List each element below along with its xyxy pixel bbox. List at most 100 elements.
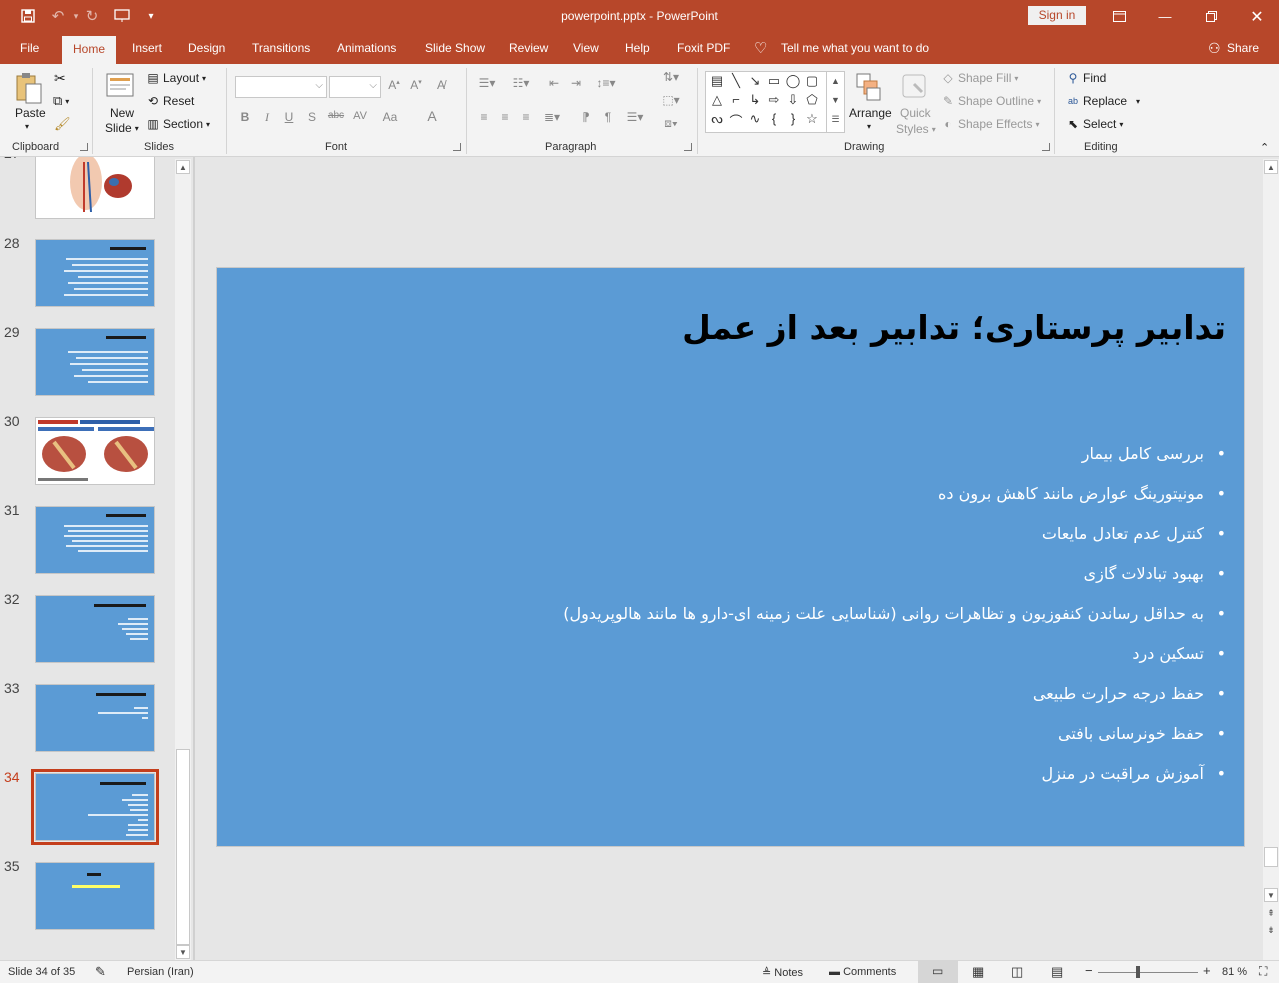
next-slide-icon[interactable]: ⇟	[1264, 923, 1278, 937]
minimize-icon[interactable]: —	[1142, 0, 1188, 33]
elbow-arrow-shape-icon[interactable]: ↳	[746, 92, 764, 108]
connector-shape-icon[interactable]: ⌐	[727, 92, 745, 107]
zoom-out-icon[interactable]: −	[1085, 963, 1093, 978]
thumbnail-scrollbar[interactable]: ▲ ▼	[175, 159, 191, 960]
bullet-item[interactable]: • بهبود تبادلات گازی	[1084, 564, 1226, 583]
line-shape-icon[interactable]: ╲	[727, 73, 745, 89]
cut-icon[interactable]: ✂	[54, 70, 66, 87]
change-case-button[interactable]: Aa	[380, 110, 400, 124]
shapes-gallery-scroll[interactable]: ▲ ▼ ☰	[826, 72, 844, 132]
slide-thumbnail-34[interactable]	[31, 769, 159, 845]
copy-icon[interactable]: ⧉ ▾	[53, 93, 69, 109]
bullet-item[interactable]: • تسکین درد	[1132, 644, 1226, 663]
clipboard-dialog-launcher-icon[interactable]	[80, 143, 88, 151]
reading-view-icon[interactable]: ◫	[1011, 964, 1023, 980]
shape-effects-button[interactable]: ◐ Shape Effects ▾	[941, 117, 1039, 131]
shapes-gallery[interactable]: ▤ ╲ ↘ ▭ ◯ ▢ △ ⌐ ↳ ⇨ ⇩ ⬠ ᔓ ⌒ ∿ { } ☆ ▲ ▼ ☰	[705, 71, 845, 133]
increase-indent-icon[interactable]: ⇥	[568, 76, 584, 90]
layout-button[interactable]: ▤ Layout ▾	[146, 71, 206, 85]
notes-button[interactable]: ≜ Notes	[762, 966, 803, 979]
zoom-in-icon[interactable]: +	[1203, 963, 1211, 978]
shadow-button[interactable]: S	[304, 110, 320, 124]
bullet-item[interactable]: • حفظ درجه حرارت طبیعی	[1033, 684, 1226, 703]
font-dialog-launcher-icon[interactable]	[453, 143, 461, 151]
left-brace-shape-icon[interactable]: {	[765, 111, 783, 126]
arrange-button[interactable]: Arrange	[849, 106, 892, 120]
tab-file[interactable]: File	[20, 33, 39, 64]
slide-thumbnail-29[interactable]	[35, 328, 155, 396]
person-icon[interactable]: ⚇	[1208, 33, 1221, 64]
curve-shape-icon[interactable]: ∿	[746, 111, 764, 127]
scroll-up-icon[interactable]: ▲	[176, 160, 190, 174]
arc-shape-icon[interactable]: ⌒	[727, 111, 745, 130]
bullet-item[interactable]: • به حداقل رساندن کنفوزیون و تظاهرات روان…	[563, 604, 1226, 623]
paste-button[interactable]: Paste	[15, 106, 46, 120]
tell-me-search[interactable]: Tell me what you want to do	[781, 33, 929, 64]
sign-in-button[interactable]: Sign in	[1028, 6, 1086, 25]
rounded-rect-shape-icon[interactable]: ▢	[803, 73, 821, 89]
new-slide-button[interactable]: Slide ▾	[105, 121, 139, 135]
oval-shape-icon[interactable]: ◯	[784, 73, 802, 89]
slide-thumbnail-30[interactable]	[35, 417, 155, 485]
underline-button[interactable]: U	[281, 110, 297, 124]
right-arrow-shape-icon[interactable]: ⇨	[765, 92, 783, 108]
arrange-dropdown-icon[interactable]: ▾	[867, 122, 871, 131]
comments-button[interactable]: ▬ Comments	[829, 966, 896, 978]
quick-styles-icon[interactable]	[900, 72, 930, 102]
find-button[interactable]: ⚲ Find	[1066, 71, 1107, 85]
scroll-up-icon[interactable]: ▲	[1264, 160, 1278, 174]
columns-icon[interactable]: ☰▾	[624, 110, 646, 124]
slide-title[interactable]: تدابیر پرستاری؛ تدابیر بعد از عمل	[682, 308, 1226, 347]
down-arrow-shape-icon[interactable]: ⇩	[784, 92, 802, 108]
reset-button[interactable]: ⟲ Reset	[146, 94, 194, 108]
slide-canvas[interactable]: تدابیر پرستاری؛ تدابیر بعد از عمل • بررسی…	[216, 267, 1245, 847]
paste-dropdown-icon[interactable]: ▾	[25, 122, 29, 131]
tab-animations[interactable]: Animations	[337, 33, 396, 64]
slide-thumbnail-27[interactable]	[35, 157, 155, 219]
scroll-down-icon[interactable]: ▼	[1264, 888, 1278, 902]
pane-splitter[interactable]	[193, 157, 195, 960]
scroll-thumb[interactable]	[176, 749, 190, 945]
share-button[interactable]: Share	[1227, 33, 1259, 64]
scroll-thumb[interactable]	[1264, 847, 1278, 867]
strikethrough-button[interactable]: abc	[325, 110, 347, 121]
scroll-down-icon[interactable]: ▼	[176, 945, 190, 959]
rtl-icon[interactable]: ¶	[600, 110, 616, 124]
line-spacing-icon[interactable]: ↕≡▾	[594, 76, 618, 90]
new-slide-icon[interactable]	[106, 71, 136, 101]
slide-thumbnail-32[interactable]	[35, 595, 155, 663]
close-icon[interactable]: ✕	[1234, 0, 1279, 33]
right-brace-shape-icon[interactable]: }	[784, 111, 802, 126]
normal-view-button[interactable]: ▭	[918, 961, 958, 983]
slide-thumbnail-35[interactable]	[35, 862, 155, 930]
freeform-shape-icon[interactable]: ᔓ	[708, 111, 726, 127]
slide-show-icon[interactable]: ▤	[1051, 964, 1063, 980]
smartart-icon[interactable]: ⧈▾	[658, 116, 684, 131]
bullet-item[interactable]: • حفظ خونرسانی بافتی	[1058, 724, 1226, 743]
zoom-level[interactable]: 81 %	[1222, 966, 1247, 978]
bold-button[interactable]: B	[237, 110, 253, 124]
text-direction-icon[interactable]: ⇅▾	[658, 70, 684, 84]
paragraph-dialog-launcher-icon[interactable]	[684, 143, 692, 151]
tab-help[interactable]: Help	[625, 33, 650, 64]
align-left-icon[interactable]: ≡	[476, 110, 492, 124]
align-text-icon[interactable]: ⬚▾	[658, 93, 684, 107]
bullets-icon[interactable]: ☰▾	[476, 76, 498, 90]
bullet-item[interactable]: • کنترل عدم تعادل مایعات	[1042, 524, 1226, 543]
ribbon-display-options-icon[interactable]	[1096, 0, 1142, 33]
decrease-font-icon[interactable]: A▾	[408, 78, 424, 92]
drawing-dialog-launcher-icon[interactable]	[1042, 143, 1050, 151]
tab-home[interactable]: Home	[62, 36, 117, 64]
bullet-item[interactable]: • بررسی کامل بیمار	[1082, 444, 1226, 463]
textbox-shape-icon[interactable]: ▤	[708, 73, 726, 89]
quick-styles-label[interactable]: Quick	[900, 106, 931, 120]
increase-font-icon[interactable]: A▴	[386, 78, 402, 92]
zoom-slider[interactable]	[1098, 972, 1198, 973]
tab-design[interactable]: Design	[188, 33, 225, 64]
font-name-combobox[interactable]: ⌵	[235, 76, 327, 98]
slide-thumbnail-28[interactable]	[35, 239, 155, 307]
ltr-icon[interactable]: ⁋	[578, 110, 594, 124]
font-size-combobox[interactable]: ⌵	[329, 76, 381, 98]
decrease-indent-icon[interactable]: ⇤	[546, 76, 562, 90]
paste-icon[interactable]	[14, 72, 44, 106]
